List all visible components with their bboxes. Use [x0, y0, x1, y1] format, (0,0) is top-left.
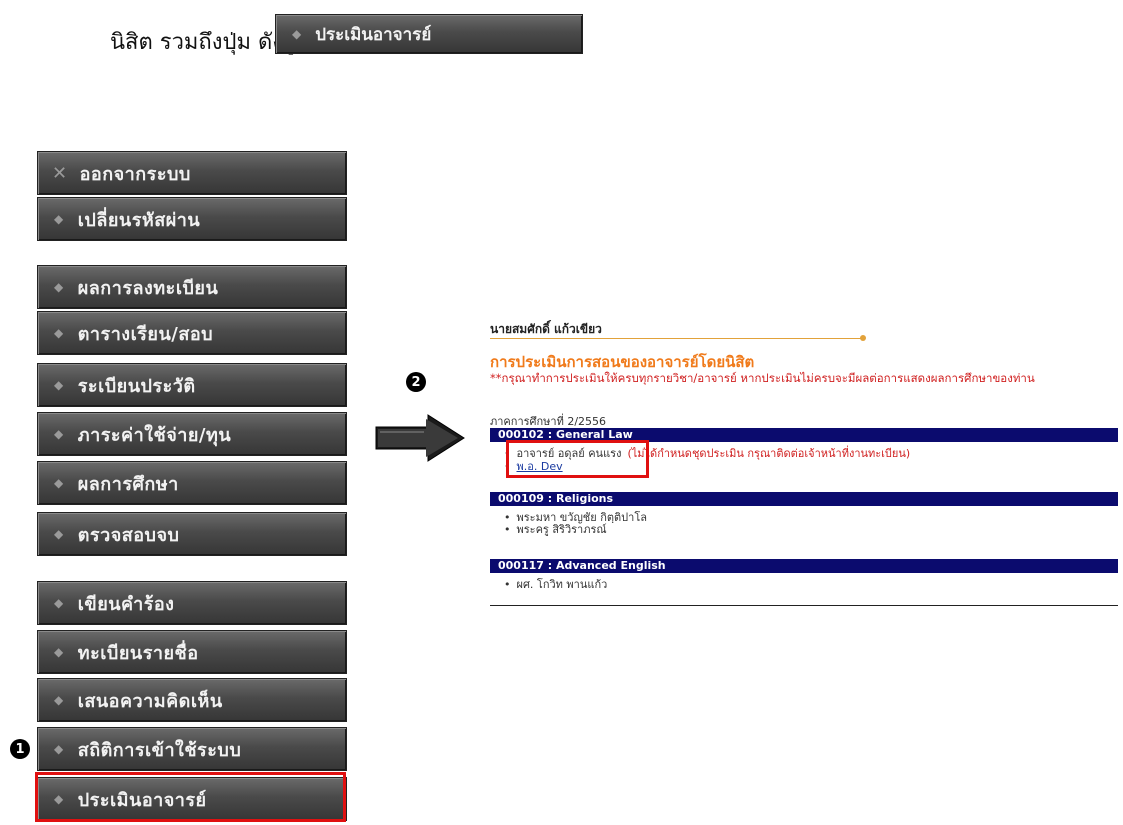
bullet-icon: ◆ — [54, 212, 64, 226]
menu-item-label: ตารางเรียน/สอบ — [77, 323, 214, 345]
menu-item-grades[interactable]: ◆ ผลการศึกษา — [37, 461, 347, 505]
menu-item-label: สถิติการเข้าใช้ระบบ — [77, 739, 242, 761]
menu-item-expenses[interactable]: ◆ ภาระค่าใช้จ่าย/ทุน — [37, 412, 347, 456]
menu-item-label: ผลการลงทะเบียน — [77, 277, 219, 299]
course-header: 000109 : Religions — [490, 492, 1118, 506]
teacher-name: ผศ. โกวิท พานแก้ว — [516, 578, 608, 591]
student-name: นายสมศักดิ์ แก้วเขียว — [490, 322, 602, 336]
title-underline — [490, 338, 862, 339]
teacher-item: • ผศ. โกวิท พานแก้ว — [504, 575, 607, 593]
menu-item-label: เปลี่ยนรหัสผ่าน — [77, 209, 201, 231]
bullet-icon: ◆ — [54, 280, 64, 294]
evaluate-button-highlight — [35, 772, 346, 822]
menu-item-graduation-check[interactable]: ◆ ตรวจสอบจบ — [37, 512, 347, 556]
menu-item-timetable[interactable]: ◆ ตารางเรียน/สอบ — [37, 311, 347, 355]
bullet-icon: ◆ — [54, 596, 64, 610]
menu-item-change-password[interactable]: ◆ เปลี่ยนรหัสผ่าน — [37, 197, 347, 241]
bullet-icon: ◆ — [54, 476, 64, 490]
teacher-item: • พระครู สิริวิราภรณ์ — [504, 520, 607, 538]
intro-evaluate-button[interactable]: ◆ ประเมินอาจารย์ — [275, 14, 583, 54]
teacher-name: พระครู สิริวิราภรณ์ — [516, 523, 607, 536]
step-marker-1: 1 — [10, 739, 30, 759]
bullet-icon: ◆ — [54, 326, 64, 340]
menu-item-name-list[interactable]: ◆ ทะเบียนรายชื่อ — [37, 630, 347, 674]
course-header: 000117 : Advanced English — [490, 559, 1118, 573]
arrow-right-icon — [375, 414, 465, 462]
menu-item-label: ภาระค่าใช้จ่าย/ทุน — [77, 424, 232, 446]
bullet-icon: ◆ — [54, 742, 64, 756]
bullet-icon: • — [504, 523, 511, 536]
menu-item-label: เขียนคำร้อง — [77, 593, 175, 615]
bullet-icon: ◆ — [54, 693, 64, 707]
bullet-icon: ◆ — [54, 645, 64, 659]
teachers-highlight — [506, 440, 649, 478]
bullet-icon: • — [504, 578, 511, 591]
menu-item-label: เสนอความคิดเห็น — [77, 690, 223, 712]
bullet-icon: ◆ — [54, 378, 64, 392]
step-marker-2: 2 — [406, 372, 426, 392]
bullet-icon: ◆ — [292, 27, 302, 41]
close-icon: ✕ — [52, 162, 68, 184]
menu-item-label: ตรวจสอบจบ — [77, 524, 180, 546]
underline-dot — [860, 335, 866, 341]
menu-item-logout[interactable]: ✕ ออกจากระบบ — [37, 151, 347, 195]
menu-item-registration-result[interactable]: ◆ ผลการลงทะเบียน — [37, 265, 347, 309]
warning-text: (ไม่ได้กำหนดชุดประเมิน กรุณาติดต่อเจ้าหน… — [627, 447, 911, 460]
bullet-icon: ◆ — [54, 527, 64, 541]
menu-item-label: ระเบียนประวัติ — [77, 375, 196, 397]
intro-button-label: ประเมินอาจารย์ — [315, 24, 432, 45]
menu-item-feedback[interactable]: ◆ เสนอความคิดเห็น — [37, 678, 347, 722]
bullet-icon: ◆ — [54, 427, 64, 441]
menu-item-petition[interactable]: ◆ เขียนคำร้อง — [37, 581, 347, 625]
menu-item-usage-stats[interactable]: ◆ สถิติการเข้าใช้ระบบ — [37, 727, 347, 771]
panel-bottom-rule — [490, 605, 1118, 606]
menu-item-label: ออกจากระบบ — [79, 163, 191, 185]
menu-item-label: ทะเบียนรายชื่อ — [77, 642, 199, 664]
menu-item-label: ผลการศึกษา — [77, 473, 179, 495]
menu-item-profile[interactable]: ◆ ระเบียนประวัติ — [37, 363, 347, 407]
evaluation-note: **กรุณาทำการประเมินให้ครบทุกรายวิชา/อาจา… — [490, 371, 1035, 385]
